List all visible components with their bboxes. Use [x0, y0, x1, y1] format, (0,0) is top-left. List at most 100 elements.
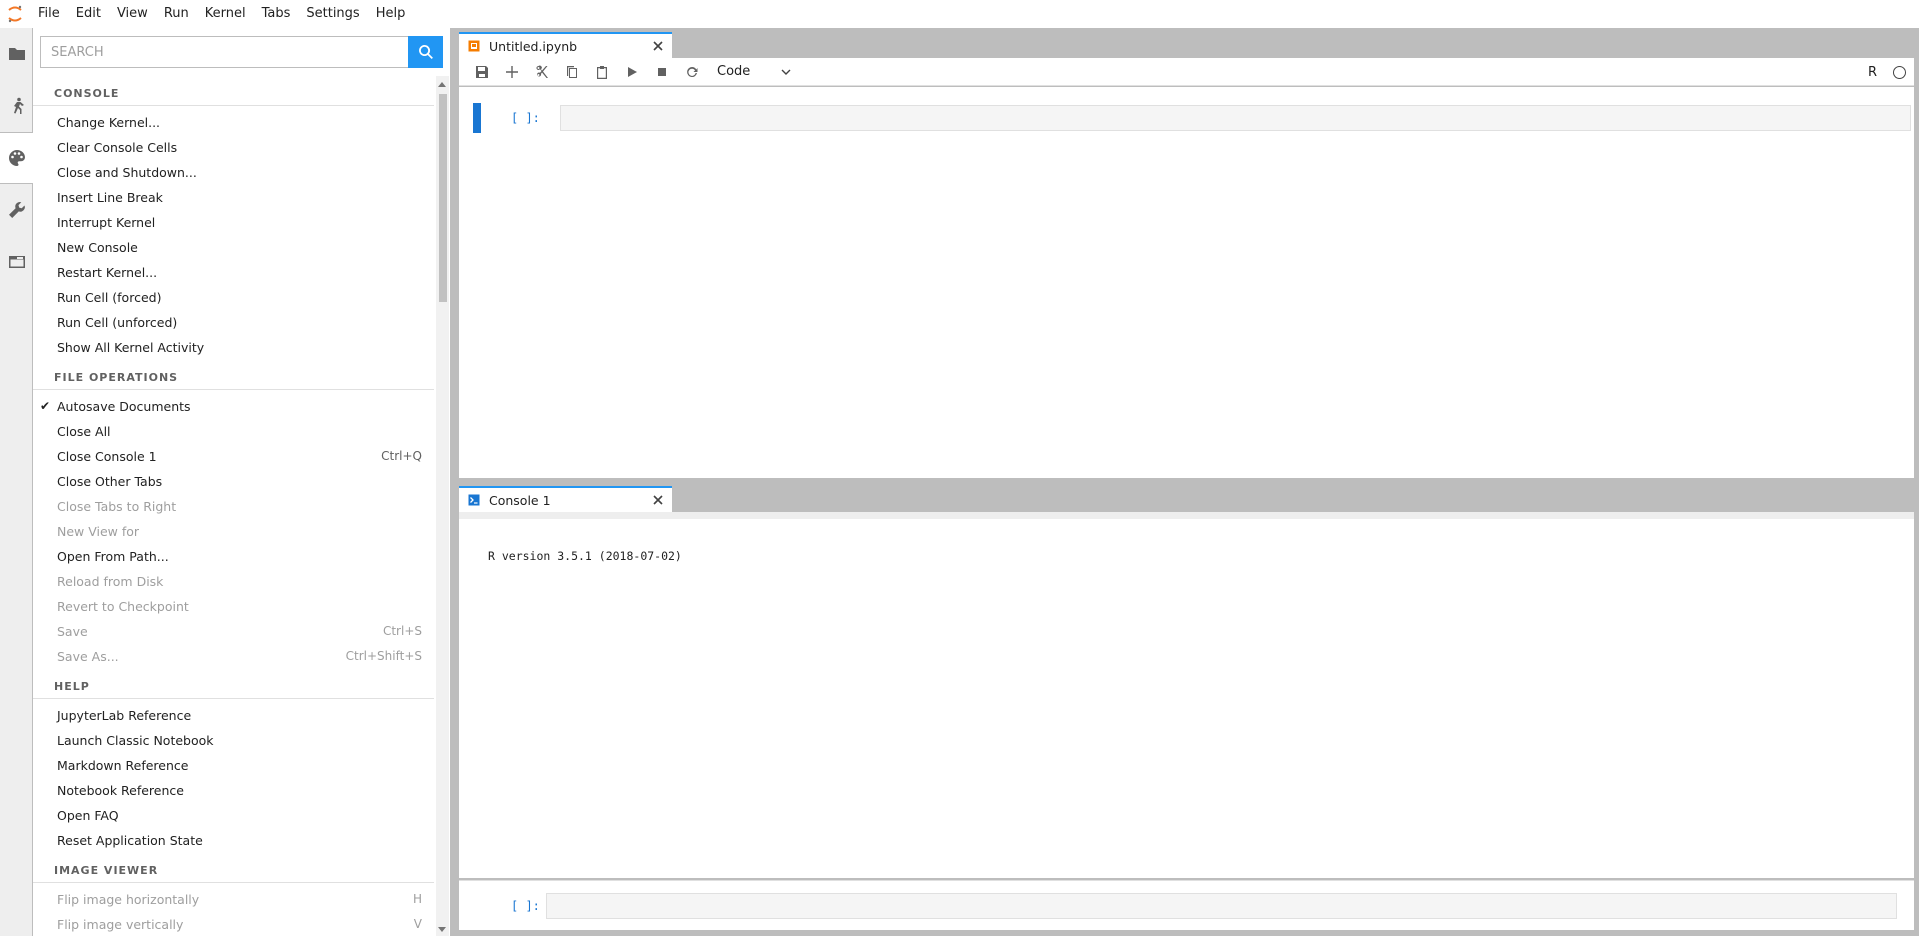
palette-command-item[interactable]: Clear Console Cells — [33, 135, 434, 160]
interrupt-button[interactable] — [647, 60, 677, 84]
menu-help[interactable]: Help — [368, 0, 414, 28]
palette-command-label: Save — [57, 624, 88, 639]
palette-command-item: Revert to Checkpoint — [33, 594, 434, 619]
tab-label: Untitled.ipynb — [489, 38, 578, 54]
palette-command-item[interactable]: Close All — [33, 419, 434, 444]
palette-command-item[interactable]: Show All Kernel Activity — [33, 335, 434, 360]
palette-command-item[interactable]: Open FAQ — [33, 803, 434, 828]
palette-command-item[interactable]: Run Cell (unforced) — [33, 310, 434, 335]
property-inspector-tab[interactable] — [0, 184, 33, 236]
palette-command-item[interactable]: Interrupt Kernel — [33, 210, 434, 235]
menu-run[interactable]: Run — [156, 0, 197, 28]
console-tabbar: Console 1 — [459, 482, 1914, 512]
palette-command-item[interactable]: Launch Classic Notebook — [33, 728, 434, 753]
palette-command-item[interactable]: Close and Shutdown... — [33, 160, 434, 185]
running-icon — [13, 97, 24, 114]
palette-command-item[interactable]: Insert Line Break — [33, 185, 434, 210]
palette-command-label: Run Cell (forced) — [57, 290, 162, 305]
run-button[interactable] — [617, 60, 647, 84]
cell-type-dropdown[interactable]: Code — [711, 61, 797, 83]
palette-command-item[interactable]: Notebook Reference — [33, 778, 434, 803]
cell-collapser[interactable] — [473, 103, 481, 133]
kernel-name[interactable]: R — [1868, 65, 1877, 80]
scrollbar-thumb[interactable] — [439, 94, 447, 302]
kernel-status-idle-icon — [1893, 65, 1906, 79]
menu-file[interactable]: File — [30, 0, 68, 28]
palette-command-item[interactable]: JupyterLab Reference — [33, 703, 434, 728]
tab-label: Console 1 — [489, 492, 551, 508]
checkmark-icon: ✔ — [40, 399, 51, 413]
save-button[interactable] — [467, 60, 497, 84]
palette-command-label: Close and Shutdown... — [57, 165, 197, 180]
palette-command-item: Reload from Disk — [33, 569, 434, 594]
palette-search-button[interactable] — [408, 36, 443, 68]
command-palette-tab[interactable] — [0, 132, 34, 184]
search-icon — [418, 45, 433, 59]
wrench-icon — [8, 202, 25, 218]
save-icon — [476, 65, 488, 78]
palette-command-item[interactable]: Close Console 1 Ctrl+Q — [33, 444, 434, 469]
palette-scrollbar[interactable] — [436, 76, 449, 936]
scroll-up-arrow-icon[interactable] — [438, 82, 446, 87]
console-input-area: [ ]: — [459, 880, 1914, 930]
palette-command-item[interactable]: ✔ Autosave Documents — [33, 394, 434, 419]
left-sidebar-tabs — [0, 28, 34, 936]
palette-command-item[interactable]: Restart Kernel... — [33, 260, 434, 285]
palette-command-item[interactable]: New Console — [33, 235, 434, 260]
palette-command-item[interactable]: Change Kernel... — [33, 110, 434, 135]
file-browser-tab[interactable] — [0, 28, 33, 80]
add-icon — [506, 65, 518, 78]
menu-edit[interactable]: Edit — [68, 0, 109, 28]
palette-command-label: Clear Console Cells — [57, 140, 178, 155]
palette-section-header: CONSOLE — [33, 76, 434, 106]
palette-command-label: Reload from Disk — [57, 574, 164, 589]
palette-command-item[interactable]: Markdown Reference — [33, 753, 434, 778]
palette-command-label: Restart Kernel... — [57, 265, 158, 280]
palette-search-input[interactable] — [40, 36, 408, 68]
notebook-icon — [467, 39, 481, 53]
palette-command-shortcut: Ctrl+Q — [381, 449, 422, 463]
paste-icon — [597, 65, 607, 79]
console-banner: R version 3.5.1 (2018-07-02) — [488, 549, 682, 563]
console-editor[interactable] — [546, 893, 1897, 919]
palette-search — [40, 36, 443, 68]
tab-console-1[interactable]: Console 1 — [459, 486, 672, 512]
close-icon[interactable] — [648, 490, 668, 510]
menu-kernel[interactable]: Kernel — [197, 0, 254, 28]
menu-view[interactable]: View — [109, 0, 156, 28]
open-tabs-tab[interactable] — [0, 236, 33, 288]
scroll-down-arrow-icon[interactable] — [438, 927, 446, 932]
palette-command-shortcut: Ctrl+Shift+S — [345, 649, 422, 663]
palette-command-item[interactable]: Open From Path... — [33, 544, 434, 569]
palette-command-item: New View for — [33, 519, 434, 544]
menu-tabs[interactable]: Tabs — [254, 0, 299, 28]
palette-command-label: Markdown Reference — [57, 758, 189, 773]
palette-command-label: Autosave Documents — [57, 399, 191, 414]
folder-icon — [8, 48, 25, 60]
cell-editor[interactable] — [560, 105, 1911, 131]
palette-section-header: FILE OPERATIONS — [33, 360, 434, 390]
palette-command-shortcut: H — [412, 892, 422, 906]
copy-button[interactable] — [557, 60, 587, 84]
palette-command-label: Close Console 1 — [57, 449, 157, 464]
code-cell[interactable]: [ ]: — [473, 103, 1911, 133]
menubar: File Edit View Run Kernel Tabs Settings … — [0, 0, 1919, 28]
paste-button[interactable] — [587, 60, 617, 84]
palette-command-label: Change Kernel... — [57, 115, 161, 130]
run-icon — [628, 66, 637, 77]
command-palette: CONSOLE Change Kernel... Clear Console Cel… — [33, 28, 450, 936]
cut-button[interactable] — [527, 60, 557, 84]
restart-button[interactable] — [677, 60, 707, 84]
tab-untitled-notebook[interactable]: Untitled.ipynb — [459, 32, 672, 58]
palette-command-item[interactable]: Run Cell (forced) — [33, 285, 434, 310]
close-icon[interactable] — [648, 36, 668, 56]
palette-command-shortcut: Ctrl+S — [382, 624, 422, 638]
palette-command-item[interactable]: Close Other Tabs — [33, 469, 434, 494]
running-sessions-tab[interactable] — [0, 80, 33, 132]
palette-command-item[interactable]: Reset Application State — [33, 828, 434, 853]
palette-command-label: Open FAQ — [57, 808, 119, 823]
menu-settings[interactable]: Settings — [298, 0, 367, 28]
cell-type-value: Code — [717, 64, 751, 79]
palette-command-label: Close Other Tabs — [57, 474, 163, 489]
insert-cell-button[interactable] — [497, 60, 527, 84]
